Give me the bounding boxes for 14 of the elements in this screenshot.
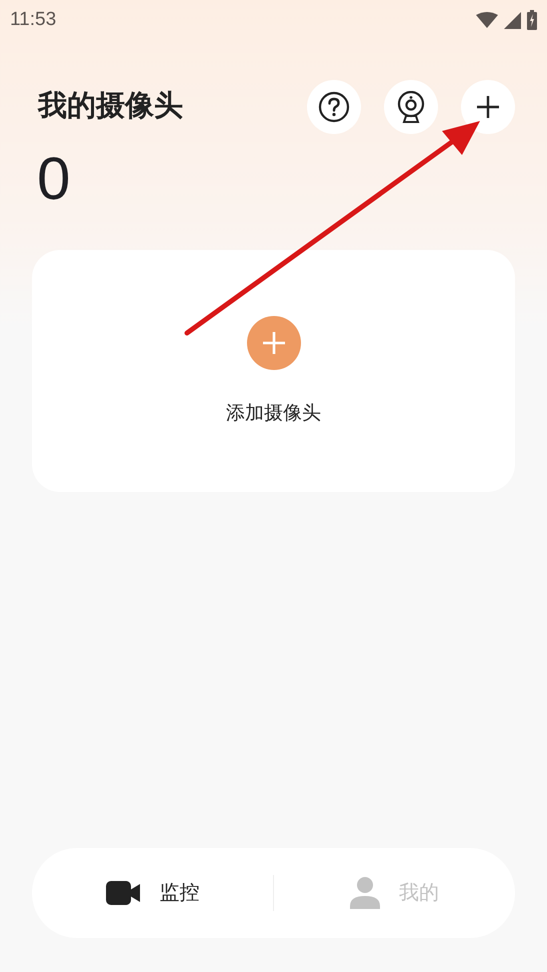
page-title: 我的摄像头 [38, 89, 183, 124]
person-icon [350, 877, 380, 909]
add-camera-card[interactable]: 添加摄像头 [32, 250, 515, 492]
battery-icon [527, 10, 537, 30]
video-camera-icon [106, 881, 140, 905]
help-icon [318, 91, 350, 123]
plus-icon [476, 95, 500, 119]
wifi-icon [476, 12, 498, 28]
nav-tab[interactable]: 监控 [106, 878, 200, 908]
status-time: 11:53 [10, 8, 56, 32]
webcam-icon [397, 91, 425, 123]
add-camera-label: 添加摄像头 [226, 402, 321, 426]
signal-icon [504, 12, 521, 28]
camera-count: 0 [36, 144, 72, 214]
